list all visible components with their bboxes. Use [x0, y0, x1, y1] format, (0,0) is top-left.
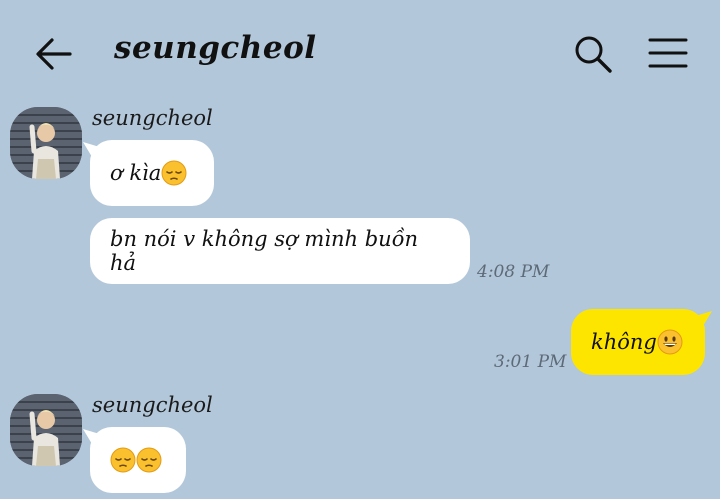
pensive-face-icon [161, 160, 187, 186]
pensive-face-icon [110, 447, 136, 473]
message-bubble[interactable] [90, 427, 186, 493]
message-bubble[interactable]: bn nói v không sợ mình buồn hả [90, 218, 470, 284]
sender-name: seungcheol [92, 106, 213, 130]
sender-name: seungcheol [92, 393, 213, 417]
search-icon[interactable] [572, 33, 614, 75]
grinning-face-icon [657, 329, 683, 355]
message-text: không [591, 330, 657, 354]
profile-photo [10, 107, 82, 179]
message-bubble[interactable]: ơ kìa [90, 140, 214, 206]
pensive-face-icon [136, 447, 162, 473]
avatar[interactable] [10, 107, 82, 179]
profile-photo [10, 394, 82, 466]
message-text: bn nói v không sợ mình buồn hả [110, 227, 419, 275]
hamburger-menu-icon[interactable] [646, 34, 690, 72]
chat-title: seungcheol [114, 30, 317, 66]
chat-header: seungcheol [0, 0, 720, 100]
message-text: ơ kìa [110, 161, 162, 185]
avatar[interactable] [10, 394, 82, 466]
message-timestamp: 3:01 PM [494, 352, 567, 372]
back-arrow-icon[interactable] [34, 34, 74, 74]
message-bubble-outgoing[interactable]: không [571, 309, 705, 375]
message-timestamp: 4:08 PM [477, 262, 550, 282]
